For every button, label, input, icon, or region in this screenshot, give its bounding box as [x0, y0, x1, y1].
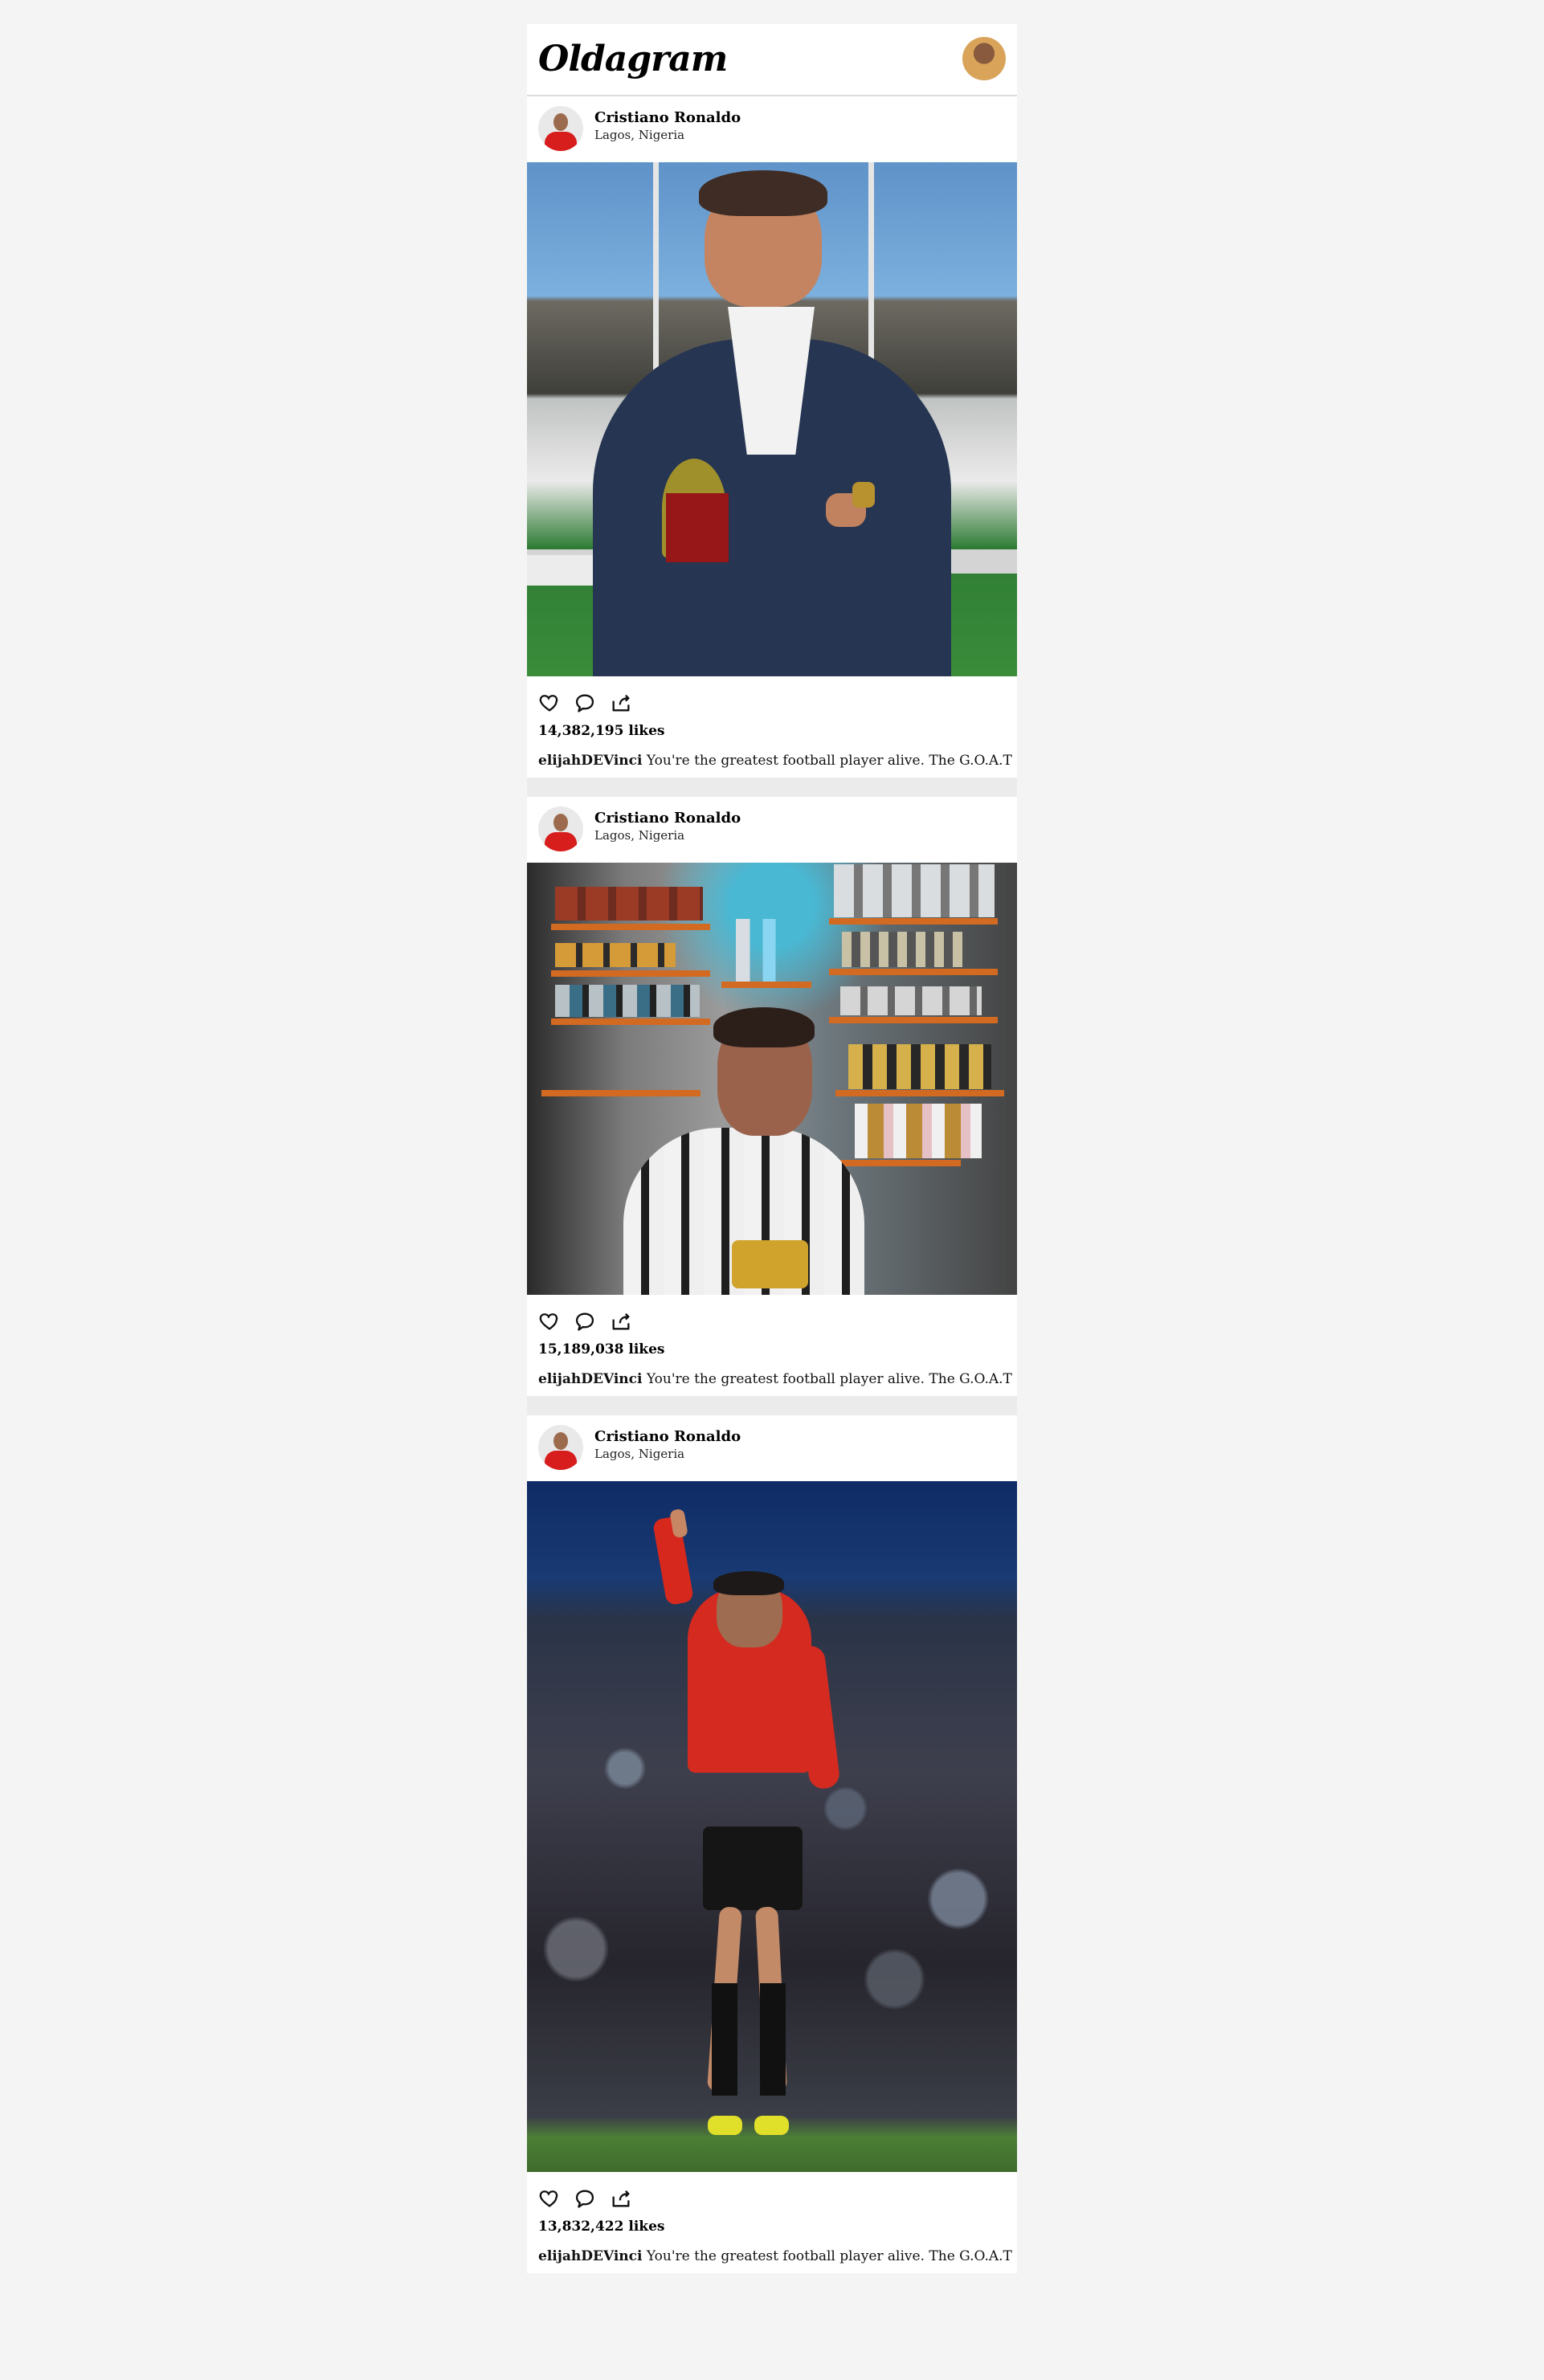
likes-count: 14,382,195 likes: [538, 723, 665, 739]
caption: elijahDEVinci You're the greatest footba…: [538, 753, 1012, 769]
post-meta: 14,382,195 likes elijahDEVinci You're th…: [527, 723, 1017, 778]
post-card: Cristiano Ronaldo Lagos, Nigeria: [527, 1415, 1017, 2273]
caption-text: You're the greatest football player aliv…: [646, 1371, 1012, 1387]
post-image[interactable]: [527, 1481, 1017, 2172]
share-arrow-icon[interactable]: [610, 692, 632, 714]
post-image[interactable]: [527, 863, 1017, 1295]
user-name[interactable]: Cristiano Ronaldo: [594, 109, 741, 126]
post-header: Cristiano Ronaldo Lagos, Nigeria: [527, 96, 1017, 162]
avatar-shirt-shape: [545, 132, 577, 151]
likes-count: 13,832,422 likes: [538, 2219, 665, 2235]
avatar-head-shape: [553, 814, 568, 831]
caption-username[interactable]: elijahDEVinci: [538, 753, 642, 769]
post-meta: 15,189,038 likes elijahDEVinci You're th…: [527, 1341, 1017, 1396]
post-actions: [527, 2172, 1017, 2219]
user-avatar[interactable]: [538, 806, 583, 851]
avatar-head-shape: [553, 1432, 568, 1450]
caption-text: You're the greatest football player aliv…: [646, 753, 1012, 769]
likes-count: 15,189,038 likes: [538, 1341, 665, 1357]
post-header: Cristiano Ronaldo Lagos, Nigeria: [527, 1415, 1017, 1481]
post-image[interactable]: [527, 162, 1017, 676]
user-avatar[interactable]: [538, 106, 583, 151]
user-location: Lagos, Nigeria: [594, 1447, 685, 1461]
post-meta: 13,832,422 likes elijahDEVinci You're th…: [527, 2219, 1017, 2273]
speech-bubble-icon[interactable]: [574, 1310, 596, 1333]
user-name[interactable]: Cristiano Ronaldo: [594, 1428, 741, 1445]
post-divider: [527, 778, 1017, 797]
speech-bubble-icon[interactable]: [574, 692, 596, 714]
post-card: Cristiano Ronaldo Lagos, Nigeria: [527, 797, 1017, 1396]
caption-text: You're the greatest football player aliv…: [646, 2248, 1012, 2264]
heart-icon[interactable]: [538, 692, 561, 714]
post-header: Cristiano Ronaldo Lagos, Nigeria: [527, 797, 1017, 863]
share-arrow-icon[interactable]: [610, 1310, 632, 1333]
caption-username[interactable]: elijahDEVinci: [538, 2248, 642, 2264]
post-actions: [527, 1295, 1017, 1341]
caption-username[interactable]: elijahDEVinci: [538, 1371, 642, 1387]
top-bar: Oldagram: [527, 24, 1017, 96]
post-actions: [527, 676, 1017, 723]
post-divider: [527, 1396, 1017, 1415]
user-location: Lagos, Nigeria: [594, 828, 685, 843]
caption: elijahDEVinci You're the greatest footba…: [538, 1371, 1012, 1387]
speech-bubble-icon[interactable]: [574, 2187, 596, 2210]
user-location: Lagos, Nigeria: [594, 128, 685, 142]
user-name[interactable]: Cristiano Ronaldo: [594, 810, 741, 827]
user-avatar[interactable]: [538, 1425, 583, 1470]
share-arrow-icon[interactable]: [610, 2187, 632, 2210]
avatar-shirt-shape: [545, 1451, 577, 1470]
profile-avatar[interactable]: [962, 37, 1006, 80]
post-card: Cristiano Ronaldo Lagos, Nigeria: [527, 96, 1017, 778]
oldagram-app: Oldagram Cristiano Ronaldo Lagos, Nigeri…: [527, 24, 1017, 2273]
heart-icon[interactable]: [538, 2187, 561, 2210]
avatar-head-shape: [553, 113, 568, 131]
app-logo[interactable]: Oldagram: [538, 39, 728, 80]
avatar-shirt-shape: [545, 832, 577, 851]
caption: elijahDEVinci You're the greatest footba…: [538, 2248, 1012, 2264]
heart-icon[interactable]: [538, 1310, 561, 1333]
